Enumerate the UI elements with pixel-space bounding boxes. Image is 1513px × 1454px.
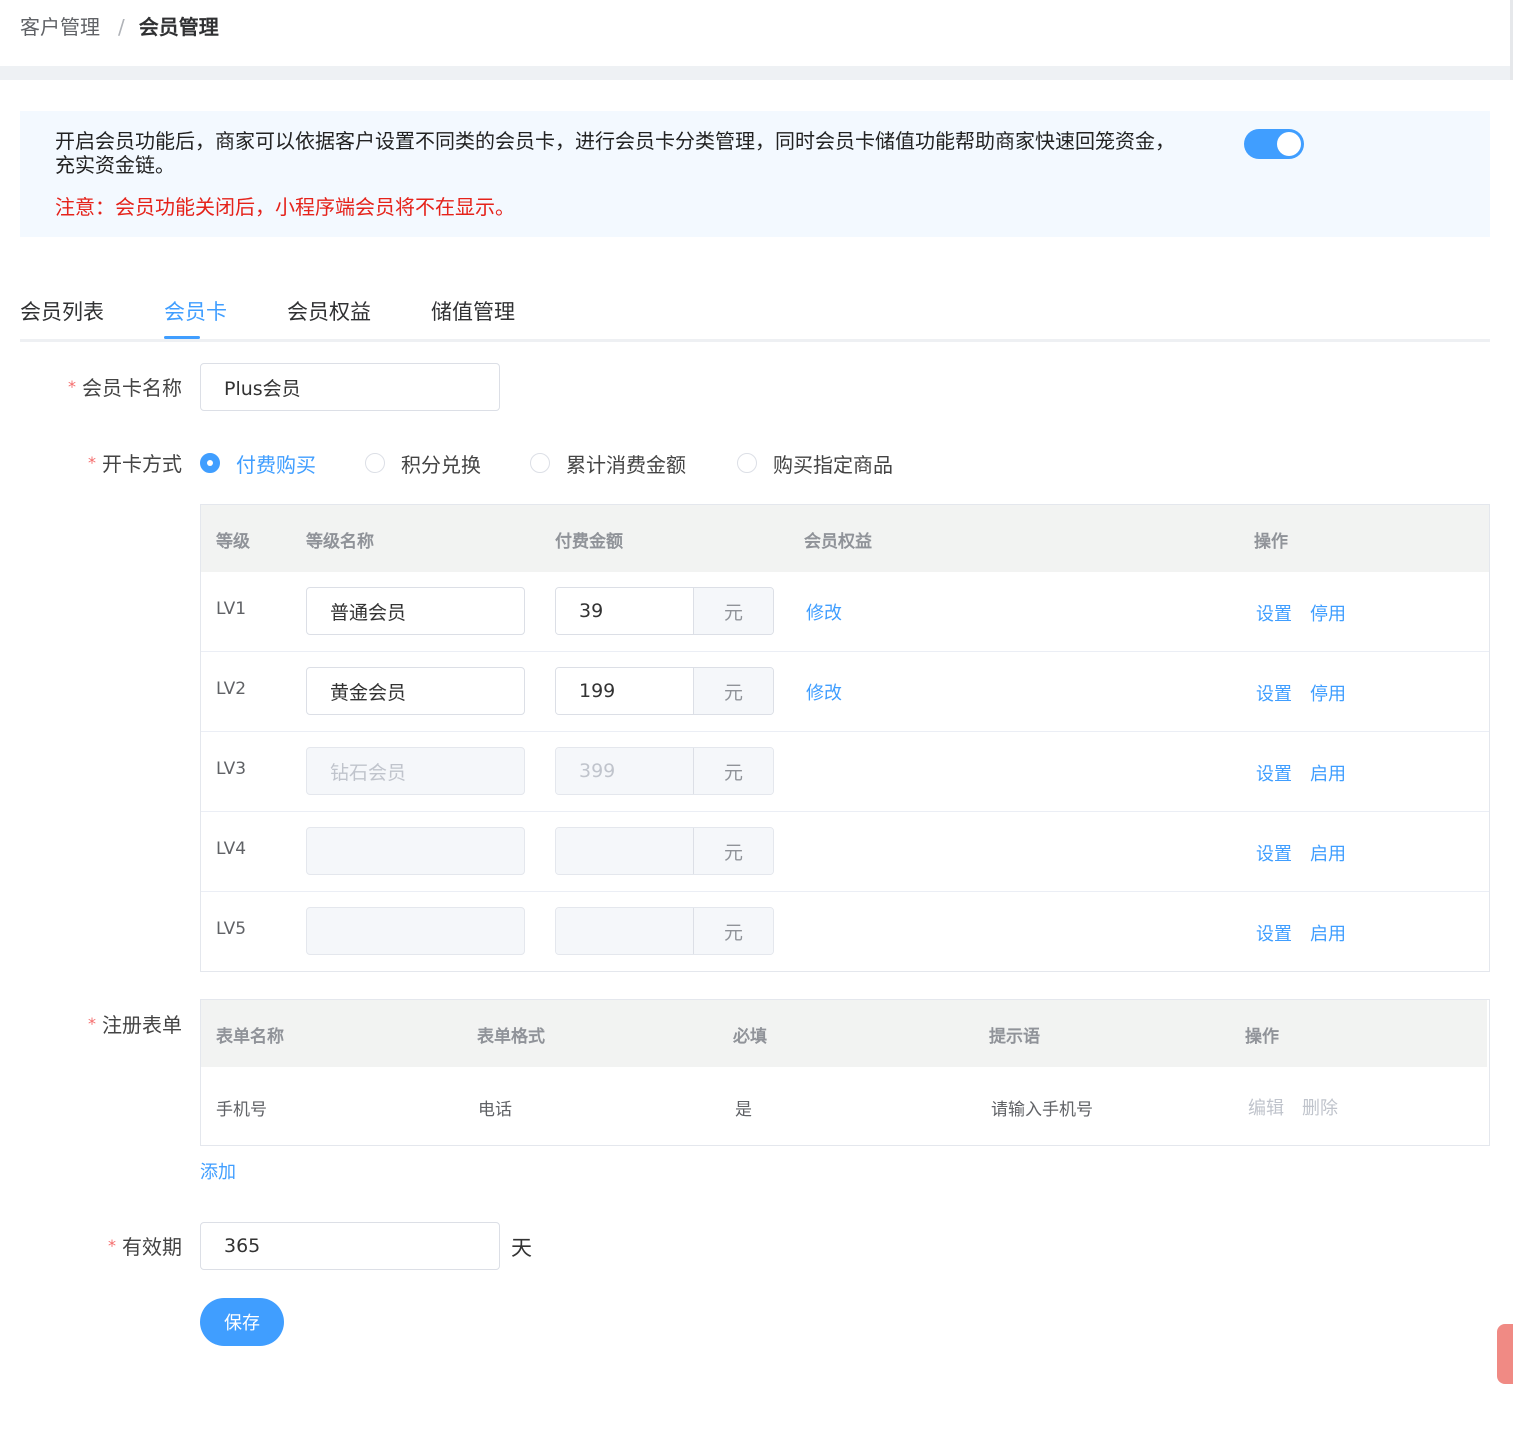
set-link[interactable]: 设置 bbox=[1256, 680, 1292, 706]
tab-member-list[interactable]: 会员列表 bbox=[20, 297, 104, 327]
open-method-label: * 开卡方式 bbox=[88, 452, 182, 476]
amount-input[interactable]: 39 元 bbox=[555, 587, 774, 635]
toggle-link[interactable]: 停用 bbox=[1310, 600, 1346, 626]
set-link[interactable]: 设置 bbox=[1256, 760, 1292, 786]
amount-input[interactable]: 199 元 bbox=[555, 667, 774, 715]
amount-unit: 元 bbox=[693, 588, 773, 634]
radio-dot bbox=[530, 453, 550, 473]
card-name-input[interactable]: Plus会员 bbox=[200, 363, 500, 411]
tab-member-benefits[interactable]: 会员权益 bbox=[287, 297, 371, 327]
validity-input[interactable]: 365 bbox=[200, 1222, 500, 1270]
set-link[interactable]: 设置 bbox=[1256, 600, 1292, 626]
header-required: 必填 bbox=[733, 1027, 767, 1047]
breadcrumb-current: 会员管理 bbox=[138, 15, 219, 39]
header-form-name: 表单名称 bbox=[216, 1027, 284, 1047]
toggle-link[interactable]: 停用 bbox=[1310, 680, 1346, 706]
validity-label: * 有效期 bbox=[108, 1235, 182, 1259]
form-field-format: 电话 bbox=[478, 1100, 512, 1120]
member-tabs: 会员列表 会员卡 会员权益 储值管理 bbox=[20, 292, 1490, 342]
amount-value[interactable]: 39 bbox=[556, 588, 693, 634]
member-function-switch[interactable] bbox=[1244, 129, 1304, 159]
amount-unit: 元 bbox=[693, 908, 773, 954]
table-row: LV4 元 设置 启用 bbox=[201, 812, 1489, 892]
edit-link[interactable]: 编辑 bbox=[1248, 1094, 1284, 1120]
header-benefits: 会员权益 bbox=[804, 532, 872, 552]
active-tab-indicator bbox=[164, 336, 200, 339]
amount-input: 399 元 bbox=[555, 747, 774, 795]
toggle-link[interactable]: 启用 bbox=[1310, 840, 1346, 866]
header-divider bbox=[0, 66, 1513, 80]
amount-unit: 元 bbox=[693, 748, 773, 794]
add-form-field-link[interactable]: 添加 bbox=[200, 1158, 236, 1184]
radio-dot bbox=[200, 453, 220, 473]
breadcrumb-separator: / bbox=[118, 15, 125, 39]
form-field-required: 是 bbox=[735, 1100, 752, 1120]
edit-benefits-link[interactable]: 修改 bbox=[806, 599, 842, 625]
form-field-hint: 请输入手机号 bbox=[991, 1100, 1093, 1120]
table-row: LV2 黄金会员 199 元 修改 设置 停用 bbox=[201, 652, 1489, 732]
header-level-name: 等级名称 bbox=[306, 532, 374, 552]
save-button[interactable]: 保存 bbox=[200, 1298, 284, 1346]
level-code: LV3 bbox=[216, 759, 247, 779]
amount-value[interactable]: 199 bbox=[556, 668, 693, 714]
register-table-header: 表单名称 表单格式 必填 提示语 操作 bbox=[201, 1000, 1487, 1067]
amount-input: 元 bbox=[555, 827, 774, 875]
table-row: LV3 钻石会员 399 元 设置 启用 bbox=[201, 732, 1489, 812]
level-code: LV4 bbox=[216, 839, 247, 859]
radio-paid-purchase[interactable]: 付费购买 bbox=[200, 451, 316, 477]
edit-benefits-link[interactable]: 修改 bbox=[806, 679, 842, 705]
level-name-input: 钻石会员 bbox=[306, 747, 525, 795]
level-name-input bbox=[306, 907, 525, 955]
header-form-format: 表单格式 bbox=[477, 1027, 545, 1047]
tab-stored-value[interactable]: 储值管理 bbox=[431, 297, 515, 327]
amount-value bbox=[556, 908, 693, 954]
header-actions: 操作 bbox=[1254, 532, 1288, 552]
level-code: LV2 bbox=[216, 679, 247, 699]
header-hint: 提示语 bbox=[989, 1027, 1040, 1047]
tab-member-card[interactable]: 会员卡 bbox=[164, 297, 227, 327]
header-amount: 付费金额 bbox=[555, 532, 623, 552]
notice-text: 开启会员功能后，商家可以依据客户设置不同类的会员卡，进行会员卡分类管理，同时会员… bbox=[55, 129, 1175, 177]
level-name-input[interactable]: 普通会员 bbox=[306, 587, 525, 635]
table-row: LV5 元 设置 启用 bbox=[201, 892, 1489, 972]
breadcrumb: 客户管理 / 会员管理 bbox=[20, 12, 219, 42]
form-field-name: 手机号 bbox=[216, 1100, 267, 1120]
card-name-label: * 会员卡名称 bbox=[68, 376, 182, 400]
amount-value bbox=[556, 828, 693, 874]
switch-knob bbox=[1277, 132, 1301, 156]
validity-unit: 天 bbox=[511, 1236, 532, 1260]
amount-value: 399 bbox=[556, 748, 693, 794]
breadcrumb-parent[interactable]: 客户管理 bbox=[20, 15, 100, 39]
level-table: 等级 等级名称 付费金额 会员权益 操作 LV1 普通会员 39 元 修改 设置 … bbox=[200, 504, 1490, 972]
notice-warning: 注意：会员功能关闭后，小程序端会员将不在显示。 bbox=[55, 195, 515, 219]
radio-dot bbox=[737, 453, 757, 473]
set-link[interactable]: 设置 bbox=[1256, 920, 1292, 946]
register-form-label: * 注册表单 bbox=[88, 1013, 182, 1037]
delete-link[interactable]: 删除 bbox=[1302, 1094, 1338, 1120]
level-name-input[interactable]: 黄金会员 bbox=[306, 667, 525, 715]
amount-unit: 元 bbox=[693, 828, 773, 874]
level-name-input bbox=[306, 827, 525, 875]
header-level: 等级 bbox=[216, 532, 250, 552]
level-table-header: 等级 等级名称 付费金额 会员权益 操作 bbox=[201, 505, 1489, 572]
set-link[interactable]: 设置 bbox=[1256, 840, 1292, 866]
amount-unit: 元 bbox=[693, 668, 773, 714]
register-form-table: 表单名称 表单格式 必填 提示语 操作 手机号 电话 是 请输入手机号 编辑 删… bbox=[200, 999, 1490, 1146]
radio-cumulative-spend[interactable]: 累计消费金额 bbox=[530, 451, 686, 477]
toggle-link[interactable]: 启用 bbox=[1310, 920, 1346, 946]
radio-points-exchange[interactable]: 积分兑换 bbox=[365, 451, 481, 477]
level-code: LV1 bbox=[216, 599, 247, 619]
radio-dot bbox=[365, 453, 385, 473]
level-code: LV5 bbox=[216, 919, 247, 939]
toggle-link[interactable]: 启用 bbox=[1310, 760, 1346, 786]
table-row: LV1 普通会员 39 元 修改 设置 停用 bbox=[201, 572, 1489, 652]
floating-service-tab[interactable] bbox=[1497, 1324, 1513, 1384]
header-actions: 操作 bbox=[1245, 1027, 1279, 1047]
amount-input: 元 bbox=[555, 907, 774, 955]
radio-buy-product[interactable]: 购买指定商品 bbox=[737, 451, 893, 477]
